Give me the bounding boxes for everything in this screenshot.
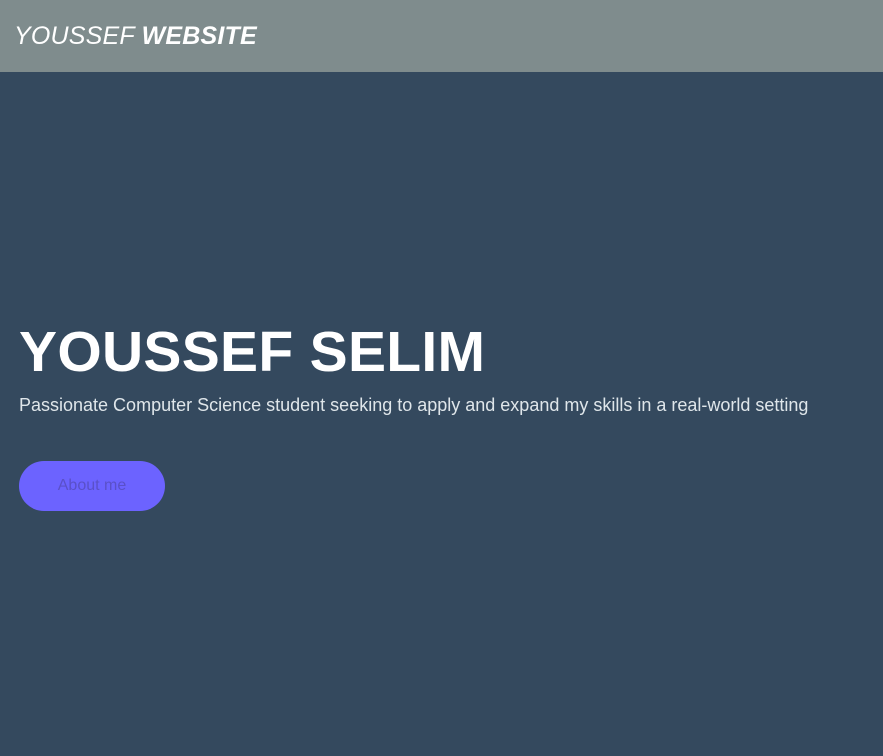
hero-subtitle: Passionate Computer Science student seek… xyxy=(19,395,809,415)
brand-name-bold: WEBSITE xyxy=(141,21,257,50)
hero-title: YOUSSEF SELIM xyxy=(19,320,486,384)
top-navbar: YOUSSEF WEBSITE xyxy=(0,0,883,72)
about-me-button[interactable]: About me xyxy=(19,461,165,511)
site-brand-logo[interactable]: YOUSSEF WEBSITE xyxy=(14,22,257,51)
brand-name-light: YOUSSEF xyxy=(14,21,135,50)
hero-section: YOUSSEF SELIM Passionate Computer Scienc… xyxy=(0,72,883,756)
